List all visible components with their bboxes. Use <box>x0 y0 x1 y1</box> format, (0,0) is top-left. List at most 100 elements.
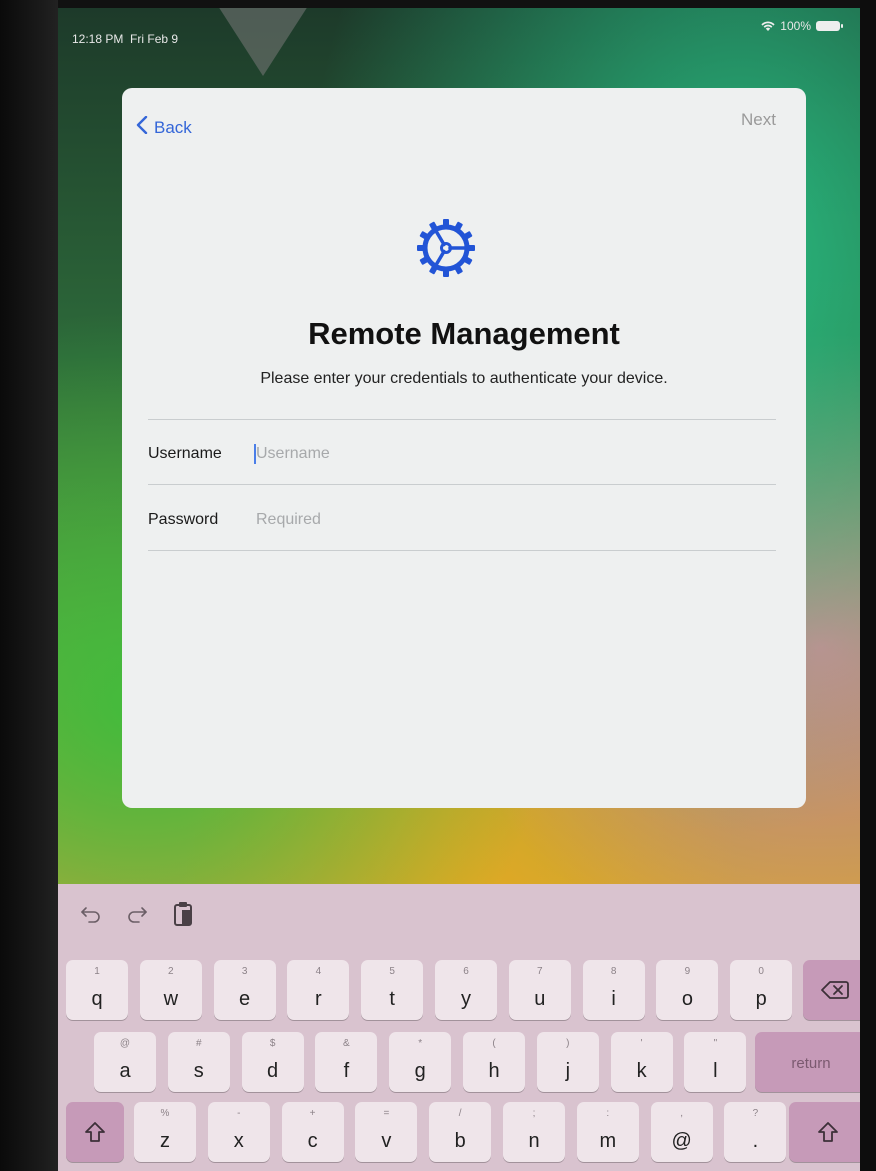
key-d[interactable]: $ d <box>241 1032 304 1092</box>
shift-icon <box>66 1102 124 1162</box>
password-label: Password <box>148 511 219 528</box>
setup-sheet: Back Next Remote Management Please enter… <box>122 88 806 808</box>
key-m[interactable]: :m <box>576 1102 639 1162</box>
key-secondary-label: 8 <box>610 966 617 977</box>
key-secondary-label: @ <box>119 1038 131 1049</box>
key-primary-label: o <box>681 988 693 1010</box>
key-secondary-label: ( <box>492 1038 496 1049</box>
key-secondary-label: 7 <box>537 966 543 977</box>
return-key[interactable]: return <box>755 1032 860 1092</box>
status-right: 100% <box>761 19 843 33</box>
shift-key-right[interactable] <box>789 1102 860 1162</box>
status-bar: 12:18 PM Fri Feb 9 100% <box>58 8 860 48</box>
back-button[interactable]: Back <box>136 115 192 139</box>
key-primary-label: h <box>488 1060 500 1082</box>
key-x[interactable]: -x <box>207 1102 270 1162</box>
key-c[interactable]: + c <box>281 1102 344 1162</box>
screen: 12:18 PM Fri Feb 9 100% Back Next Remote… <box>58 8 860 1171</box>
divider <box>148 419 776 420</box>
key-primary-label: @ <box>671 1130 692 1152</box>
delete-icon <box>803 960 860 1020</box>
key-secondary-label: / <box>458 1108 462 1119</box>
key-n[interactable]: ; n <box>503 1102 565 1162</box>
key-p[interactable]: 0p <box>730 960 793 1020</box>
username-row: Username <box>148 434 776 474</box>
shift-icon <box>789 1102 860 1162</box>
key-primary-label: p <box>755 988 767 1010</box>
key-period[interactable]: ?. <box>724 1102 787 1162</box>
key-secondary-label: 2 <box>168 966 174 977</box>
key-g[interactable]: * g <box>389 1032 452 1092</box>
wifi-icon <box>761 21 775 32</box>
page-title: Remote Management <box>308 316 620 351</box>
key-f[interactable]: & f <box>315 1032 378 1092</box>
delete-key[interactable] <box>803 960 860 1020</box>
username-field[interactable] <box>254 444 776 464</box>
key-i[interactable]: 8i <box>582 960 645 1020</box>
chevron-left-icon <box>136 115 148 139</box>
key-secondary-label: , <box>680 1108 683 1119</box>
key-l[interactable]: " l <box>684 1032 747 1092</box>
key-z[interactable]: % z <box>134 1102 196 1162</box>
key-r[interactable]: 4r <box>287 960 350 1020</box>
key-secondary-label: 5 <box>389 966 395 977</box>
username-label: Username <box>148 445 222 462</box>
key-primary-label: g <box>414 1060 426 1082</box>
key-h[interactable]: (h <box>463 1032 525 1092</box>
password-field[interactable] <box>254 510 776 530</box>
key-y[interactable]: 6y <box>435 960 497 1020</box>
device-bezel-right <box>860 0 876 1171</box>
key-secondary-label: 3 <box>241 966 248 977</box>
key-primary-label: a <box>119 1060 131 1082</box>
battery-icon <box>816 21 843 31</box>
key-secondary-label: = <box>383 1108 390 1119</box>
shift-key-left[interactable] <box>66 1102 124 1162</box>
return-label: return <box>791 1055 831 1072</box>
key-secondary-label: % <box>160 1108 170 1119</box>
key-secondary-label: 4 <box>315 966 322 977</box>
key-t[interactable]: 5t <box>361 960 424 1020</box>
keyboard-toolbar <box>80 902 194 926</box>
key-primary-label: b <box>454 1130 466 1152</box>
key-b[interactable]: / b <box>429 1102 492 1162</box>
key-o[interactable]: 9o <box>656 960 719 1020</box>
key-v[interactable]: = v <box>355 1102 418 1162</box>
key-primary-label: l <box>713 1060 718 1082</box>
back-label: Back <box>154 117 192 137</box>
key-secondary-label: " <box>713 1038 718 1049</box>
key-j[interactable]: ) j <box>536 1032 599 1092</box>
password-row: Password <box>148 500 776 540</box>
key-at[interactable]: , @ <box>650 1102 713 1162</box>
next-button[interactable]: Next <box>741 110 776 130</box>
key-u[interactable]: 7u <box>508 960 571 1020</box>
key-secondary-label: 6 <box>463 966 469 977</box>
key-secondary-label: 9 <box>684 966 691 977</box>
key-a[interactable]: @ a <box>94 1032 156 1092</box>
key-q[interactable]: 1q <box>66 960 128 1020</box>
key-secondary-label: 0 <box>758 966 764 977</box>
key-primary-label: j <box>565 1060 571 1082</box>
key-primary-label: e <box>239 988 251 1010</box>
key-primary-label: t <box>389 988 395 1010</box>
text-cursor <box>254 444 256 464</box>
key-primary-label: . <box>752 1130 759 1152</box>
key-primary-label: f <box>343 1060 350 1082</box>
key-secondary-label: ' <box>640 1038 643 1049</box>
undo-icon[interactable] <box>80 902 102 926</box>
key-primary-label: s <box>193 1060 204 1082</box>
battery-percent: 100% <box>780 19 811 33</box>
paste-icon[interactable] <box>172 902 194 926</box>
key-secondary-label: * <box>418 1038 423 1049</box>
key-w[interactable]: 2w <box>139 960 202 1020</box>
key-primary-label: c <box>307 1130 318 1152</box>
redo-icon[interactable] <box>126 902 148 926</box>
key-k[interactable]: ' k <box>610 1032 673 1092</box>
status-date: Fri Feb 9 <box>130 32 179 46</box>
key-primary-label: w <box>163 988 179 1010</box>
key-e[interactable]: 3e <box>213 960 276 1020</box>
key-primary-label: z <box>160 1130 170 1152</box>
device-bezel-left <box>0 0 58 1171</box>
divider <box>148 484 776 485</box>
key-secondary-label: # <box>196 1038 202 1049</box>
key-s[interactable]: # s <box>167 1032 230 1092</box>
